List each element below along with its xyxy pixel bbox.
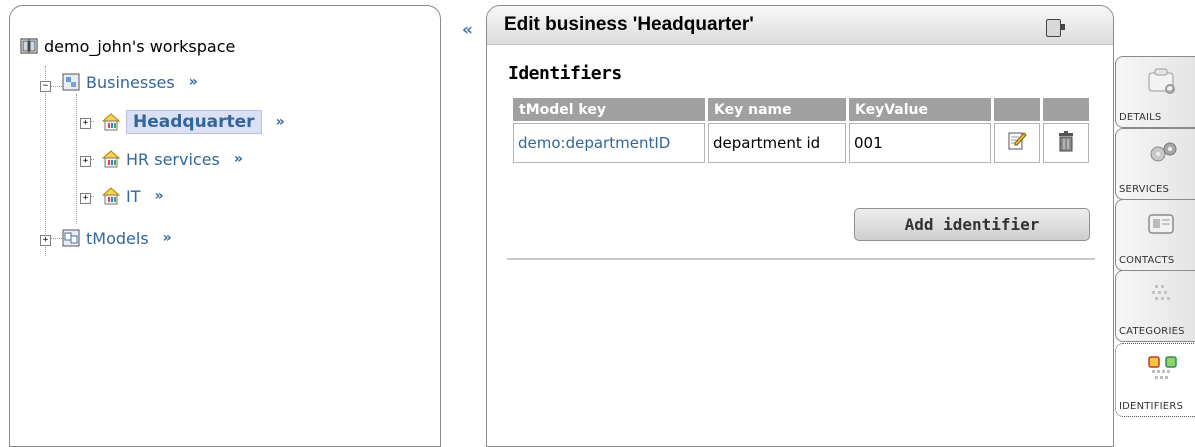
column-header-key-name: Key name <box>708 98 846 121</box>
expander-hr-services[interactable]: + <box>80 156 91 167</box>
edit-panel-header: Edit business 'Headquarter' <box>487 6 1113 45</box>
column-header-edit <box>994 98 1040 121</box>
key-value-cell: 001 <box>849 123 991 163</box>
businesses-folder-icon <box>62 73 80 91</box>
workspace-label: demo_john's workspace <box>44 36 236 56</box>
column-header-tmodel-key: tModel key <box>513 98 705 121</box>
tmodels-label[interactable]: tModels <box>86 229 149 248</box>
delete-cell <box>1043 123 1089 163</box>
tree-line <box>45 66 46 256</box>
businesses-label[interactable]: Businesses <box>86 73 175 92</box>
expander-tmodels[interactable]: + <box>40 235 51 246</box>
tab-services-label: SERVICES <box>1119 184 1170 195</box>
it-label[interactable]: IT <box>126 187 141 206</box>
headquarter-chevron-icon[interactable]: » <box>276 114 285 130</box>
hr-services-chevron-icon[interactable]: » <box>234 151 243 167</box>
tab-details[interactable]: DETAILS <box>1115 56 1195 128</box>
expander-businesses[interactable]: − <box>40 81 51 92</box>
it-chevron-icon[interactable]: » <box>155 188 164 204</box>
house-icon <box>102 150 120 168</box>
tree-item-hr-services[interactable]: HR services » <box>102 148 243 170</box>
tree-item-it[interactable]: IT » <box>102 185 164 207</box>
tree-panel: demo_john's workspace − Businesses » + H… <box>9 5 441 447</box>
contact-card-icon <box>1148 214 1174 234</box>
tab-contacts[interactable]: CONTACTS <box>1115 199 1195 271</box>
tab-categories-label: CATEGORIES <box>1119 326 1185 337</box>
trash-icon[interactable] <box>1056 130 1076 152</box>
house-icon <box>102 113 120 131</box>
gears-icon <box>1150 142 1177 162</box>
divider <box>507 258 1095 260</box>
tab-identifiers[interactable]: IDENTIFIERS <box>1115 343 1195 417</box>
tab-details-label: DETAILS <box>1119 112 1162 123</box>
tab-contacts-label: CONTACTS <box>1119 255 1175 266</box>
column-header-key-value: KeyValue <box>849 98 991 121</box>
column-header-delete <box>1043 98 1089 121</box>
tmodels-chevron-icon[interactable]: » <box>163 230 172 246</box>
house-icon <box>102 187 120 205</box>
tree-item-tmodels[interactable]: tModels » <box>62 227 172 249</box>
identifiers-icon <box>1148 356 1177 379</box>
edit-icon[interactable] <box>1007 131 1027 151</box>
tree-line <box>50 86 62 87</box>
expander-it[interactable]: + <box>80 193 91 204</box>
table-row: demo:departmentID department id 001 <box>513 123 1089 163</box>
edit-business-panel: Edit business 'Headquarter' Identifiers … <box>486 5 1114 447</box>
tree-line <box>76 94 77 224</box>
close-door-icon[interactable] <box>1046 19 1065 37</box>
tmodel-key-link[interactable]: demo:departmentID <box>518 134 670 152</box>
section-title-identifiers: Identifiers <box>508 63 622 84</box>
businesses-chevron-icon[interactable]: » <box>189 74 198 90</box>
tmodel-key-cell: demo:departmentID <box>513 123 705 163</box>
tab-services[interactable]: SERVICES <box>1115 128 1195 200</box>
details-icon <box>1148 68 1175 94</box>
collapse-panel-icon[interactable]: « <box>462 20 473 40</box>
tree-line <box>50 238 62 239</box>
tree-root-workspace[interactable]: demo_john's workspace <box>20 35 235 57</box>
identifiers-table: tModel key Key name KeyValue demo:depart… <box>510 96 1092 165</box>
edit-cell <box>994 123 1040 163</box>
tmodels-icon <box>62 229 80 247</box>
tab-identifiers-label: IDENTIFIERS <box>1119 401 1184 412</box>
expander-headquarter[interactable]: + <box>80 118 91 129</box>
page-title: Edit business 'Headquarter' <box>504 14 754 35</box>
workspace-icon <box>20 38 38 54</box>
tree-item-headquarter[interactable]: Headquarter » <box>102 109 285 135</box>
tab-categories[interactable]: CATEGORIES <box>1115 270 1195 342</box>
headquarter-label[interactable]: Headquarter <box>126 110 262 134</box>
categories-icon <box>1152 285 1170 300</box>
tree-item-businesses[interactable]: Businesses » <box>62 71 198 93</box>
add-identifier-button[interactable]: Add identifier <box>854 208 1090 241</box>
hr-services-label[interactable]: HR services <box>126 150 220 169</box>
key-name-cell: department id <box>708 123 846 163</box>
